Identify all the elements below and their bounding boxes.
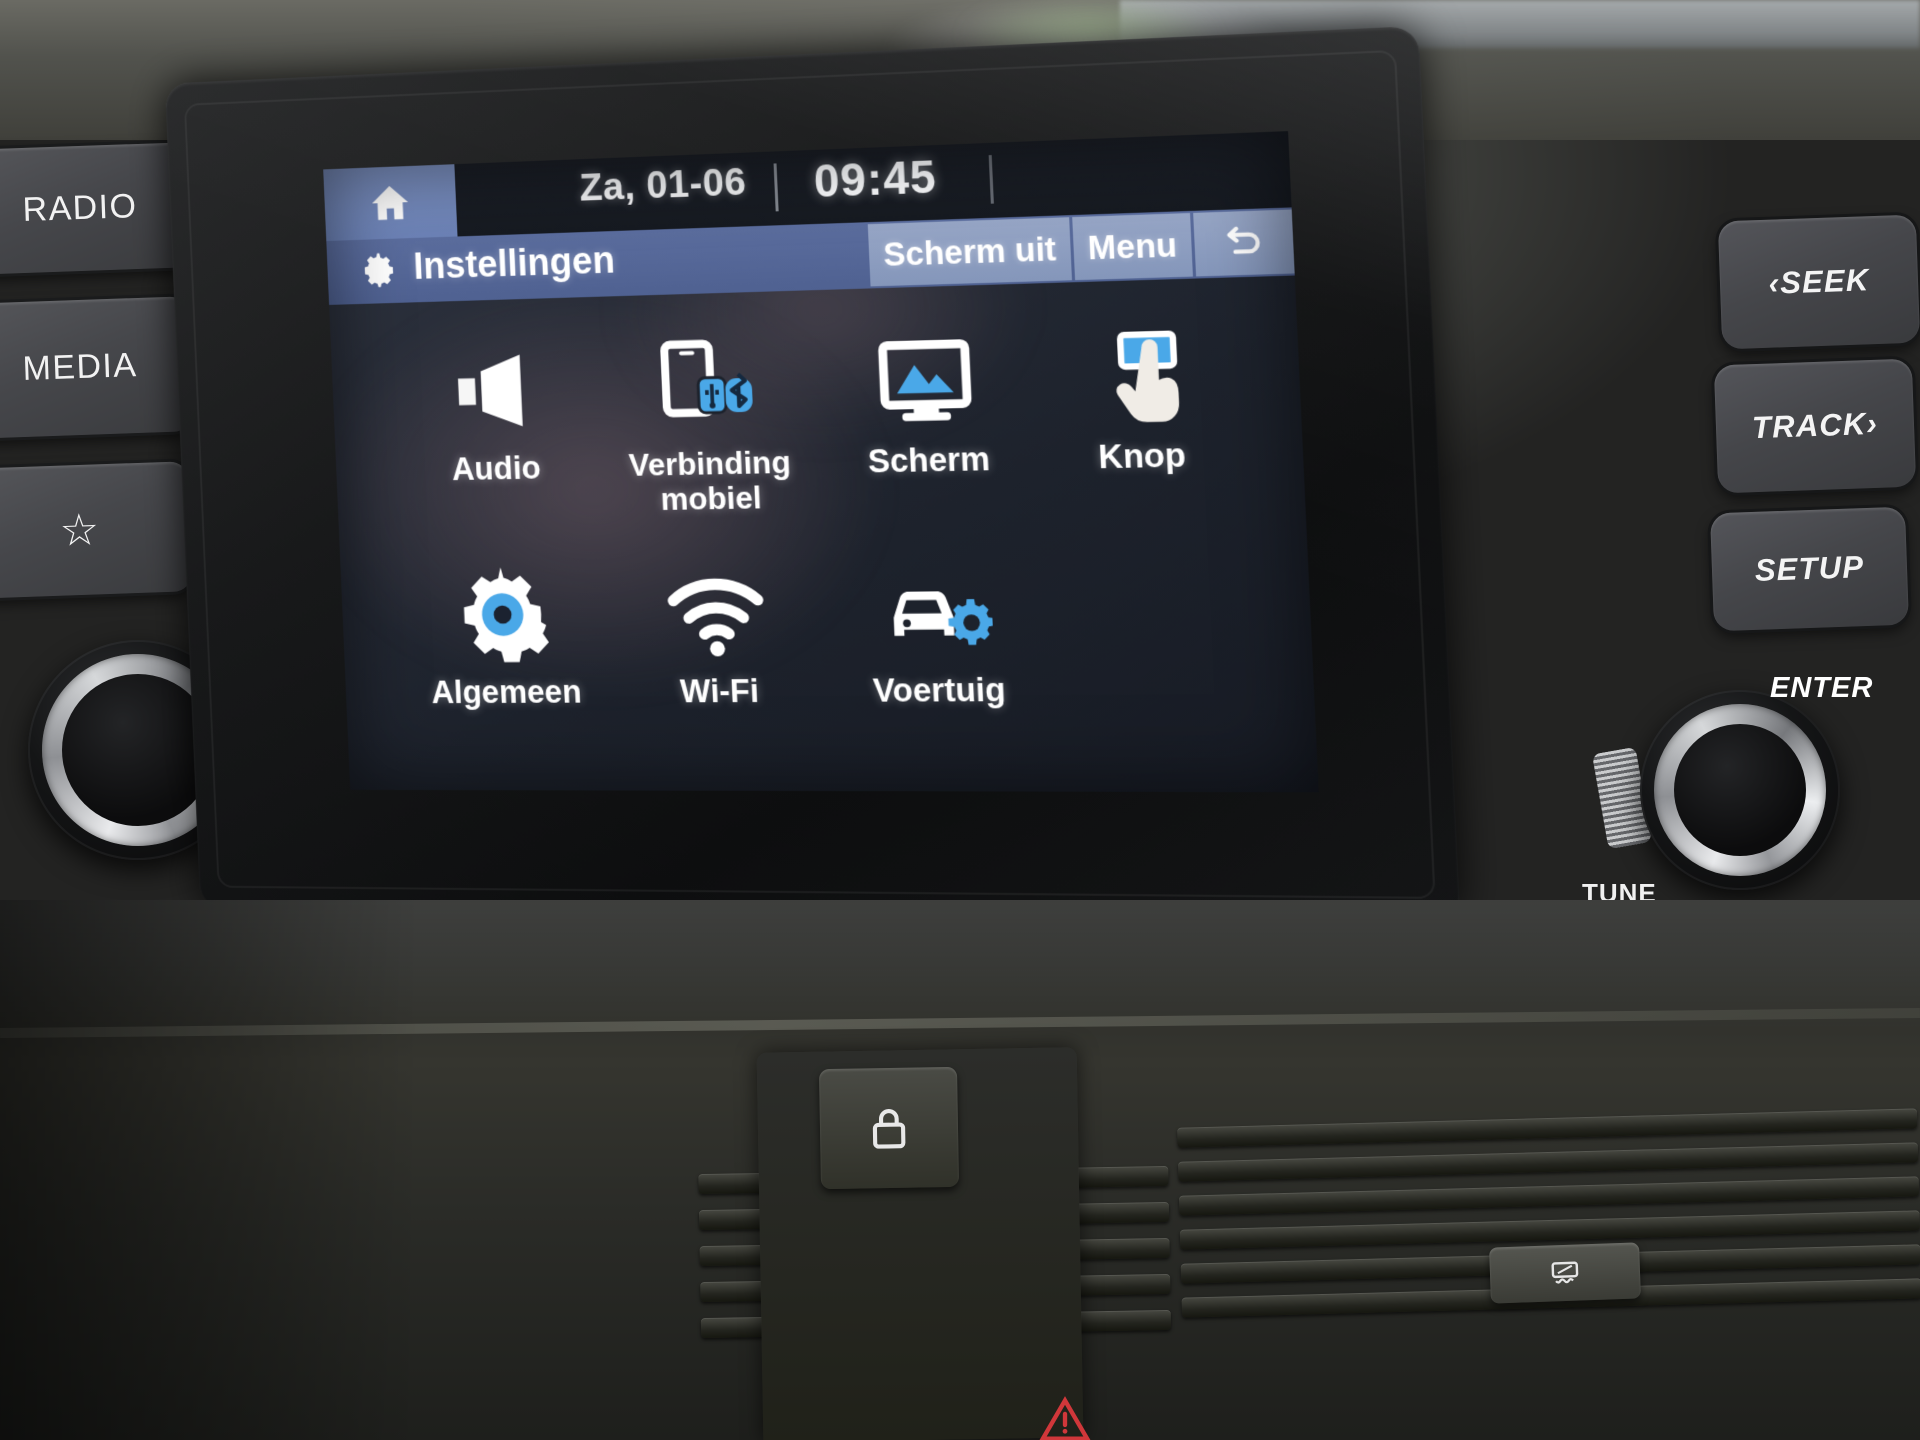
radio-button-label: RADIO: [22, 187, 138, 229]
media-button[interactable]: MEDIA: [0, 296, 193, 439]
setup-label: SETUP: [1754, 549, 1865, 588]
favorites-star-button[interactable]: ☆: [0, 461, 193, 599]
track-forward-label: TRACK›: [1751, 405, 1879, 446]
screen-vignette: [323, 131, 1319, 792]
air-vent-right: [1177, 1108, 1920, 1357]
enter-label: ENTER: [1770, 672, 1874, 704]
hazard-triangle-icon: [1039, 1396, 1091, 1440]
rear-defrost-button[interactable]: [1489, 1242, 1641, 1304]
media-button-label: MEDIA: [22, 346, 138, 388]
star-icon: ☆: [58, 504, 102, 556]
seek-back-button[interactable]: ‹SEEK: [1717, 214, 1920, 350]
left-shadow-gradient: [0, 900, 420, 1440]
door-lock-button[interactable]: [818, 1066, 960, 1190]
defrost-icon: [1551, 1261, 1579, 1284]
seek-back-label: ‹SEEK: [1768, 262, 1870, 301]
hazard-light-button[interactable]: [1030, 1390, 1100, 1440]
radio-button[interactable]: RADIO: [0, 142, 193, 275]
track-forward-button[interactable]: TRACK›: [1713, 358, 1917, 494]
tune-knob-ring: [1654, 704, 1826, 876]
dashboard-photo: RADIO MEDIA ☆ VOL Za, 01-06: [0, 0, 1920, 1440]
infotainment-screen[interactable]: Za, 01-06 09:45 Instellingen Scherm uit: [323, 131, 1319, 793]
head-unit-bezel: Za, 01-06 09:45 Instellingen Scherm uit: [164, 25, 1461, 923]
lock-icon: [872, 1109, 906, 1149]
tune-file-enter-knob[interactable]: [1640, 690, 1840, 890]
setup-button[interactable]: SETUP: [1710, 506, 1909, 632]
